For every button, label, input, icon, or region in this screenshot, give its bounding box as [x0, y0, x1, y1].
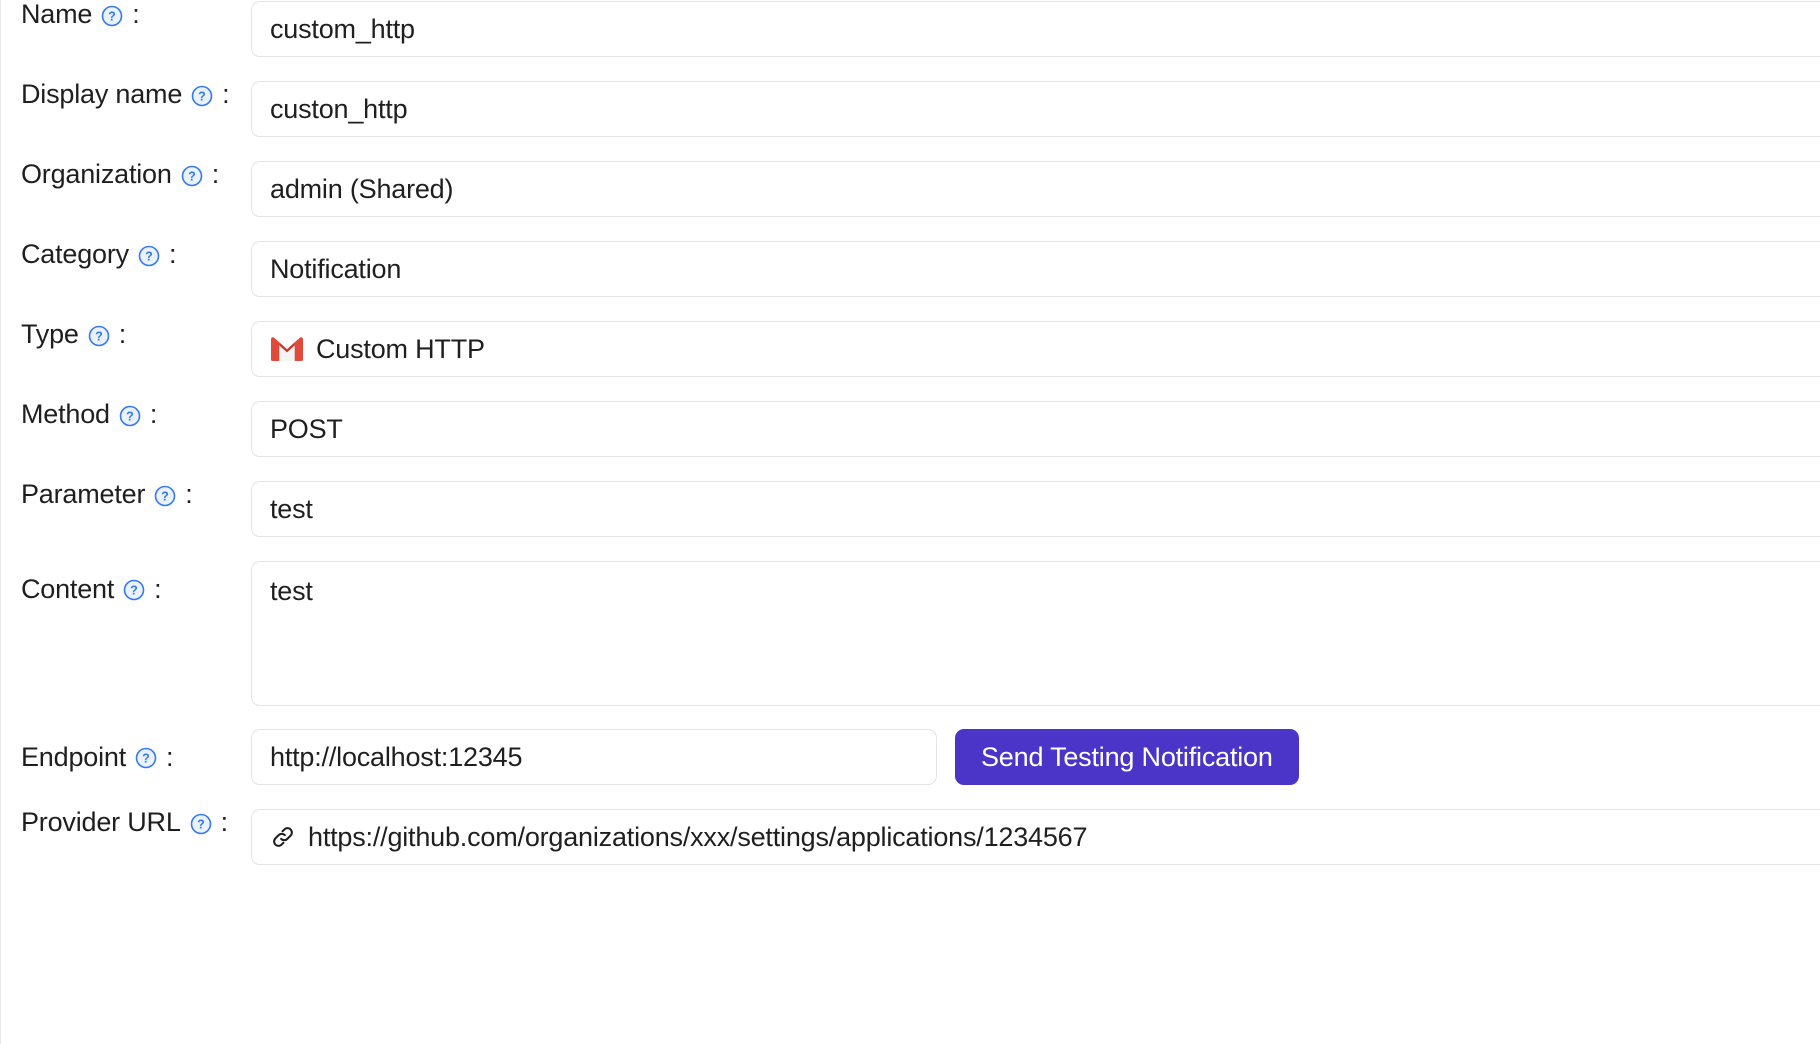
label-colon: : — [154, 576, 162, 603]
label-cell-organization: Organization ? : — [1, 161, 251, 188]
label-colon: : — [221, 809, 229, 836]
endpoint-input[interactable]: http://localhost:12345 — [251, 729, 937, 785]
question-circle-icon[interactable]: ? — [88, 325, 110, 347]
label-colon: : — [212, 161, 220, 188]
question-circle-icon[interactable]: ? — [191, 85, 213, 107]
field-label-endpoint: Endpoint — [21, 744, 126, 771]
form-row-provider-url: Provider URL ? : https://github.com/orga… — [1, 809, 1820, 889]
field-label-display-name: Display name — [21, 81, 182, 108]
label-colon: : — [166, 744, 174, 771]
field-label-category: Category — [21, 241, 129, 268]
type-select[interactable]: Custom HTTP — [251, 321, 1820, 377]
svg-text:?: ? — [161, 489, 169, 503]
form-row-endpoint: Endpoint ? : http://localhost:12345 Send… — [1, 729, 1820, 809]
form-row-display-name: Display name ? : custon_http — [1, 81, 1820, 161]
label-cell-type: Type ? : — [1, 321, 251, 348]
question-circle-icon[interactable]: ? — [135, 747, 157, 769]
question-circle-icon[interactable]: ? — [181, 165, 203, 187]
field-cell-organization: admin (Shared) — [251, 161, 1820, 217]
field-label-parameter: Parameter — [21, 481, 145, 508]
method-select[interactable]: POST — [251, 401, 1820, 457]
form-row-category: Category ? : Notification — [1, 241, 1820, 321]
svg-text:?: ? — [142, 752, 150, 766]
label-cell-endpoint: Endpoint ? : — [1, 729, 251, 785]
question-circle-icon[interactable]: ? — [154, 485, 176, 507]
category-select[interactable]: Notification — [251, 241, 1820, 297]
svg-text:?: ? — [188, 169, 196, 183]
question-circle-icon[interactable]: ? — [123, 579, 145, 601]
name-input[interactable]: custom_http — [251, 1, 1820, 57]
field-cell-category: Notification — [251, 241, 1820, 297]
field-cell-endpoint: http://localhost:12345 Send Testing Noti… — [251, 729, 1820, 785]
field-label-method: Method — [21, 401, 110, 428]
provider-form-card: Name ? : custom_http Display name ? : cu… — [0, 0, 1820, 1044]
label-colon: : — [222, 81, 230, 108]
label-cell-display-name: Display name ? : — [1, 81, 251, 108]
type-select-value: Custom HTTP — [316, 334, 485, 365]
question-circle-icon[interactable]: ? — [119, 405, 141, 427]
label-cell-method: Method ? : — [1, 401, 251, 428]
svg-text:?: ? — [145, 249, 153, 263]
question-circle-icon[interactable]: ? — [101, 5, 123, 27]
field-cell-parameter: test — [251, 481, 1820, 537]
send-testing-notification-button[interactable]: Send Testing Notification — [955, 729, 1299, 785]
field-label-name: Name — [21, 1, 92, 28]
field-label-type: Type — [21, 321, 79, 348]
field-label-provider-url: Provider URL — [21, 809, 181, 836]
label-cell-content: Content ? : — [1, 561, 251, 617]
label-cell-parameter: Parameter ? : — [1, 481, 251, 508]
svg-text:?: ? — [130, 584, 138, 598]
link-icon — [270, 824, 296, 850]
svg-text:?: ? — [126, 409, 134, 423]
field-cell-provider-url: https://github.com/organizations/xxx/set… — [251, 809, 1820, 865]
provider-url-input[interactable]: https://github.com/organizations/xxx/set… — [251, 809, 1820, 865]
form-row-organization: Organization ? : admin (Shared) — [1, 161, 1820, 241]
parameter-input[interactable]: test — [251, 481, 1820, 537]
provider-edit-page: Name ? : custom_http Display name ? : cu… — [0, 0, 1820, 1044]
question-circle-icon[interactable]: ? — [138, 245, 160, 267]
organization-select[interactable]: admin (Shared) — [251, 161, 1820, 217]
label-colon: : — [169, 241, 177, 268]
form-row-content: Content ? : test — [1, 561, 1820, 729]
form-row-type: Type ? : Custom HTTP — [1, 321, 1820, 401]
svg-text:?: ? — [197, 817, 205, 831]
field-label-organization: Organization — [21, 161, 172, 188]
label-cell-category: Category ? : — [1, 241, 251, 268]
field-label-content: Content — [21, 576, 114, 603]
form-row-method: Method ? : POST — [1, 401, 1820, 481]
label-colon: : — [150, 401, 158, 428]
svg-text:?: ? — [198, 89, 206, 103]
field-cell-name: custom_http — [251, 1, 1820, 57]
form-row-parameter: Parameter ? : test — [1, 481, 1820, 561]
field-cell-display-name: custon_http — [251, 81, 1820, 137]
svg-text:?: ? — [95, 329, 103, 343]
form-row-name: Name ? : custom_http — [1, 1, 1820, 81]
svg-text:?: ? — [108, 9, 116, 23]
field-cell-method: POST — [251, 401, 1820, 457]
label-colon: : — [132, 1, 140, 28]
gmail-icon — [270, 336, 304, 362]
field-cell-content: test — [251, 561, 1820, 706]
provider-url-value: https://github.com/organizations/xxx/set… — [308, 822, 1087, 853]
label-cell-provider-url: Provider URL ? : — [1, 809, 251, 836]
field-cell-type: Custom HTTP — [251, 321, 1820, 377]
display-name-input[interactable]: custon_http — [251, 81, 1820, 137]
question-circle-icon[interactable]: ? — [190, 813, 212, 835]
content-textarea[interactable]: test — [251, 561, 1820, 706]
label-colon: : — [119, 321, 127, 348]
label-colon: : — [185, 481, 193, 508]
label-cell-name: Name ? : — [1, 1, 251, 28]
